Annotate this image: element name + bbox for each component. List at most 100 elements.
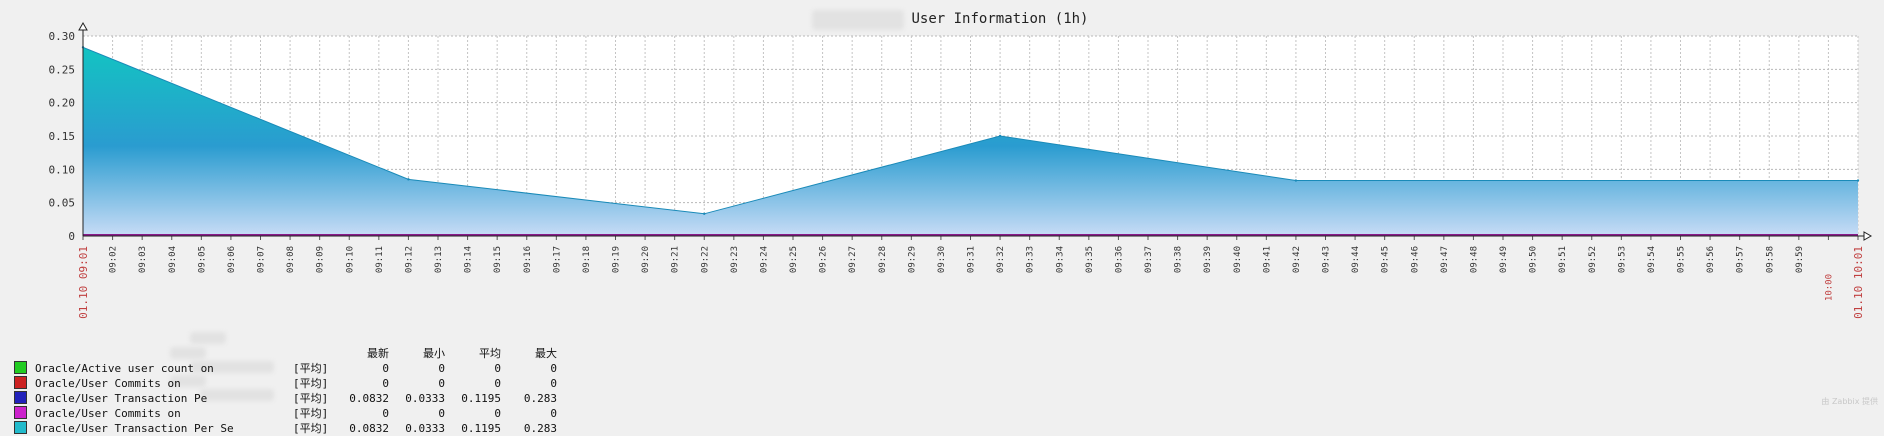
legend-max: 0.283 [523,391,557,405]
legend-last: 0 [382,376,389,390]
x-tick-label: 09:24 [759,246,769,273]
legend-avg: 0 [494,361,501,375]
legend-row: Oracle/User Commits on [平均] 0 0 0 0 [14,376,561,391]
legend-min: 0.0333 [405,391,445,405]
legend-header-min: 最小 [423,347,445,360]
legend-agg: [平均] [293,406,329,420]
legend-row: Oracle/Active user count on [平均] 0 0 0 0 [14,361,561,376]
legend-header-avg: 平均 [479,347,501,360]
x-tick-label: 09:45 [1381,246,1391,273]
x-tick-label: 09:34 [1055,246,1065,273]
legend-max: 0 [550,406,557,420]
y-tick-label: 0 [68,230,75,243]
x-tick-label: 09:48 [1469,246,1479,273]
series-point [1856,179,1860,182]
legend-max: 0 [550,361,557,375]
x-tick-label: 09:39 [1203,246,1213,273]
legend-avg: 0 [494,376,501,390]
x-tick-label: 09:32 [996,246,1006,273]
legend-swatch [14,361,27,374]
legend-row: Oracle/User Commits on [平均] 0 0 0 0 [14,406,561,421]
x-tick-label: 09:28 [878,246,888,273]
legend-label: Oracle/User Transaction Pe [35,391,208,405]
x-tick-label: 09:40 [1233,246,1243,273]
x-tick-label: 09:47 [1440,246,1450,273]
legend-avg: 0.1195 [461,391,501,405]
legend-label: Oracle/User Transaction Per Se [35,421,234,435]
x-tick-label: 09:15 [493,246,503,273]
x-tick-label: 09:29 [907,246,917,273]
legend-row: Oracle/User Transaction Pe [平均] 0.0832 0.03… [14,391,561,406]
legend-min: 0 [438,406,445,420]
legend-max: 0.283 [523,421,557,435]
x-tick-label: 09:30 [937,246,947,273]
x-tick-label: 09:49 [1499,246,1509,273]
x-tick-label: 09:18 [582,246,592,273]
x-tick-label: 09:10 [345,246,355,273]
legend-swatch [14,391,27,404]
series-point [703,212,706,215]
x-tick-label: 09:12 [404,246,414,273]
series-point [407,178,410,181]
x-tick-label: 09:42 [1292,246,1302,273]
x-tick-label: 09:31 [967,246,977,273]
x-tick-label: 09:08 [286,246,296,273]
legend: 最新 最小 平均 最大 Oracle/Active user count on [… [14,345,561,436]
x-tick-label: 09:27 [848,246,858,273]
x-tick-label: 09:54 [1647,246,1657,273]
x-tick-label: 09:33 [1026,246,1036,273]
x-tick-label: 09:37 [1144,246,1154,273]
x-tick-label: 09:56 [1706,246,1716,273]
legend-min: 0.0333 [405,421,445,435]
x-tick-label: 09:41 [1262,246,1272,273]
x-tick-label: 09:16 [523,246,533,273]
x-tick-label: 09:02 [109,246,119,273]
x-tick-label: 09:07 [257,246,267,273]
legend-agg: [平均] [293,421,329,435]
legend-agg: [平均] [293,376,329,390]
x-tick-label: 09:38 [1174,246,1184,273]
legend-label: Oracle/Active user count on [35,361,214,375]
watermark: 由 Zabbix 提供 [1821,397,1878,406]
legend-swatch-cell [14,361,31,376]
x-tick-label: 09:35 [1085,246,1095,273]
legend-last: 0.0832 [349,391,389,405]
legend-max: 0 [550,376,557,390]
y-tick-label: 0.25 [49,63,76,76]
x-tick-label: 09:03 [138,246,148,273]
legend-min: 0 [438,361,445,375]
legend-last: 0 [382,406,389,420]
x-tick-label: 09:59 [1795,246,1805,273]
y-tick-label: 0.05 [49,197,76,210]
x-tick-label: 09:22 [700,246,710,273]
x-tick-label: 09:13 [434,246,444,273]
x-tick-label: 09:19 [612,246,622,273]
legend-last: 0 [382,361,389,375]
x-tick-label: 09:36 [1114,246,1124,273]
legend-swatch [14,406,27,419]
x-tick-label: 09:46 [1410,246,1420,273]
x-tick-label: 09:09 [316,246,326,273]
x-tick-label: 09:50 [1529,246,1539,273]
x-tick-label: 09:14 [464,246,474,273]
x-tick-label: 09:11 [375,246,385,273]
legend-swatch [14,376,27,389]
x-tick-label: 09:05 [197,246,207,273]
x-tick-label: 09:21 [671,246,681,273]
x-tick-label: 09:25 [789,246,799,273]
x-tick-label: 09:43 [1322,246,1332,273]
y-tick-label: 0.15 [49,130,76,143]
graph-panel: 0 0.05 0.10 0.15 0.20 0.25 0.30 09:02 09:03 09:04… [0,0,1884,435]
legend-avg: 0 [494,406,501,420]
x-tick-label: 10:00 [1824,274,1834,301]
x-range-label: 01.10 09:01 [77,246,90,319]
x-tick-label: 09:17 [552,246,562,273]
x-axis-arrow [1863,231,1873,241]
legend-header-last: 最新 [367,347,389,360]
x-tick-label: 09:26 [819,246,829,273]
legend-swatch-cell [14,376,31,391]
x-tick-label: 09:06 [227,246,237,273]
series-point [1294,179,1298,182]
x-tick-label: 09:23 [730,246,740,273]
x-tick-label: 09:52 [1588,246,1598,273]
